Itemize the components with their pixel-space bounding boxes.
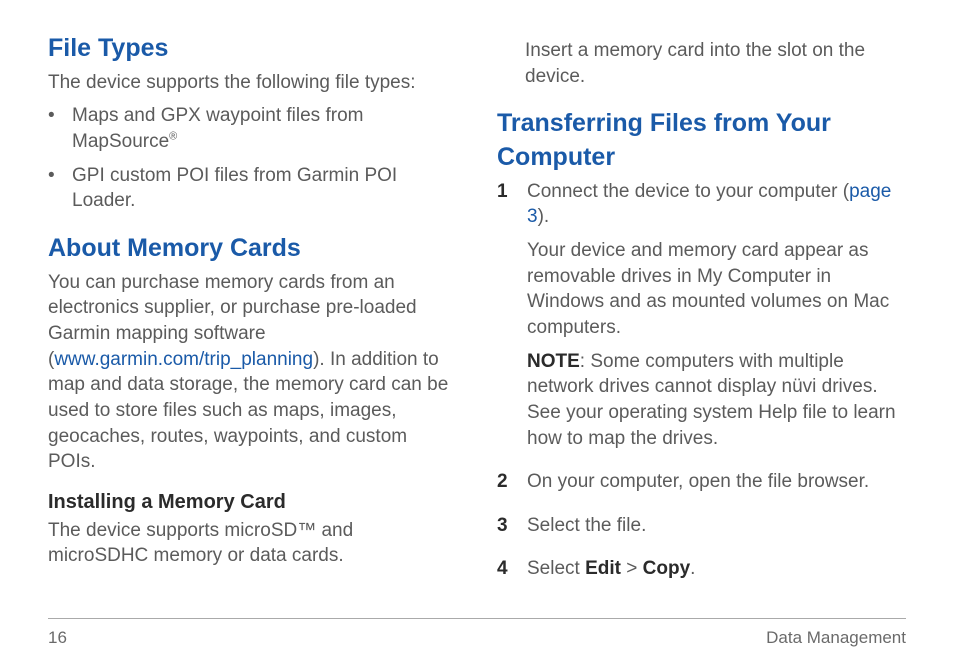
step-text: Select Edit > Copy. <box>527 556 906 582</box>
registered-mark: ® <box>169 131 177 143</box>
step-detail: Your device and memory card appear as re… <box>527 238 906 341</box>
text-run: Select <box>527 558 585 579</box>
step-text: Connect the device to your computer (pag… <box>527 179 906 230</box>
two-column-layout: File Types The device supports the follo… <box>48 32 906 608</box>
menu-edit: Edit <box>585 558 621 579</box>
step-number: 3 <box>497 513 513 547</box>
left-column: File Types The device supports the follo… <box>48 32 457 608</box>
insert-card-text: Insert a memory card into the slot on th… <box>525 38 906 89</box>
text-run: : Some computers with multiple network d… <box>527 351 896 449</box>
list-item: • Maps and GPX waypoint files from MapSo… <box>48 103 457 154</box>
memory-cards-paragraph: You can purchase memory cards from an el… <box>48 270 457 475</box>
step-body: Select Edit > Copy. <box>527 556 906 590</box>
manual-page: File Types The device supports the follo… <box>0 0 954 672</box>
step-item: 3 Select the file. <box>497 513 906 547</box>
installing-heading: Installing a Memory Card <box>48 489 457 516</box>
page-footer: 16 Data Management <box>48 618 906 650</box>
list-item: • GPI custom POI files from Garmin POI L… <box>48 163 457 214</box>
menu-copy: Copy <box>643 558 691 579</box>
bullet-icon: • <box>48 103 58 154</box>
step-number: 1 <box>497 179 513 459</box>
text-run: Connect the device to your computer ( <box>527 181 849 202</box>
step-item: 2 On your computer, open the file browse… <box>497 469 906 503</box>
step-text: Select the file. <box>527 513 906 539</box>
transfer-heading: Transferring Files from Your Computer <box>497 107 906 175</box>
garmin-link[interactable]: www.garmin.com/trip_planning <box>54 349 313 370</box>
transfer-section: Transferring Files from Your Computer 1 … <box>497 107 906 590</box>
text-run: . <box>690 558 695 579</box>
file-types-list: • Maps and GPX waypoint files from MapSo… <box>48 103 457 214</box>
step-number: 4 <box>497 556 513 590</box>
text-run: > <box>621 558 643 579</box>
file-types-section: File Types The device supports the follo… <box>48 32 457 214</box>
installing-text: The device supports microSD™ and microSD… <box>48 518 457 569</box>
right-column: Insert a memory card into the slot on th… <box>497 32 906 608</box>
step-body: Select the file. <box>527 513 906 547</box>
bullet-icon: • <box>48 163 58 214</box>
step-body: On your computer, open the file browser. <box>527 469 906 503</box>
transfer-steps: 1 Connect the device to your computer (p… <box>497 179 906 590</box>
text-run: Maps and GPX waypoint files from MapSour… <box>72 105 363 152</box>
file-types-heading: File Types <box>48 32 457 66</box>
note-label: NOTE <box>527 351 580 372</box>
page-number: 16 <box>48 627 67 650</box>
step-text: On your computer, open the file browser. <box>527 469 906 495</box>
step-number: 2 <box>497 469 513 503</box>
step-item: 4 Select Edit > Copy. <box>497 556 906 590</box>
list-item-text: Maps and GPX waypoint files from MapSour… <box>72 103 457 154</box>
memory-cards-heading: About Memory Cards <box>48 232 457 266</box>
step-body: Connect the device to your computer (pag… <box>527 179 906 459</box>
section-name: Data Management <box>766 627 906 650</box>
list-item-text: GPI custom POI files from Garmin POI Loa… <box>72 163 457 214</box>
step-item: 1 Connect the device to your computer (p… <box>497 179 906 459</box>
step-note: NOTE: Some computers with multiple netwo… <box>527 349 906 452</box>
memory-cards-section: About Memory Cards You can purchase memo… <box>48 232 457 569</box>
text-run: ). <box>538 206 550 227</box>
file-types-intro: The device supports the following file t… <box>48 70 457 96</box>
